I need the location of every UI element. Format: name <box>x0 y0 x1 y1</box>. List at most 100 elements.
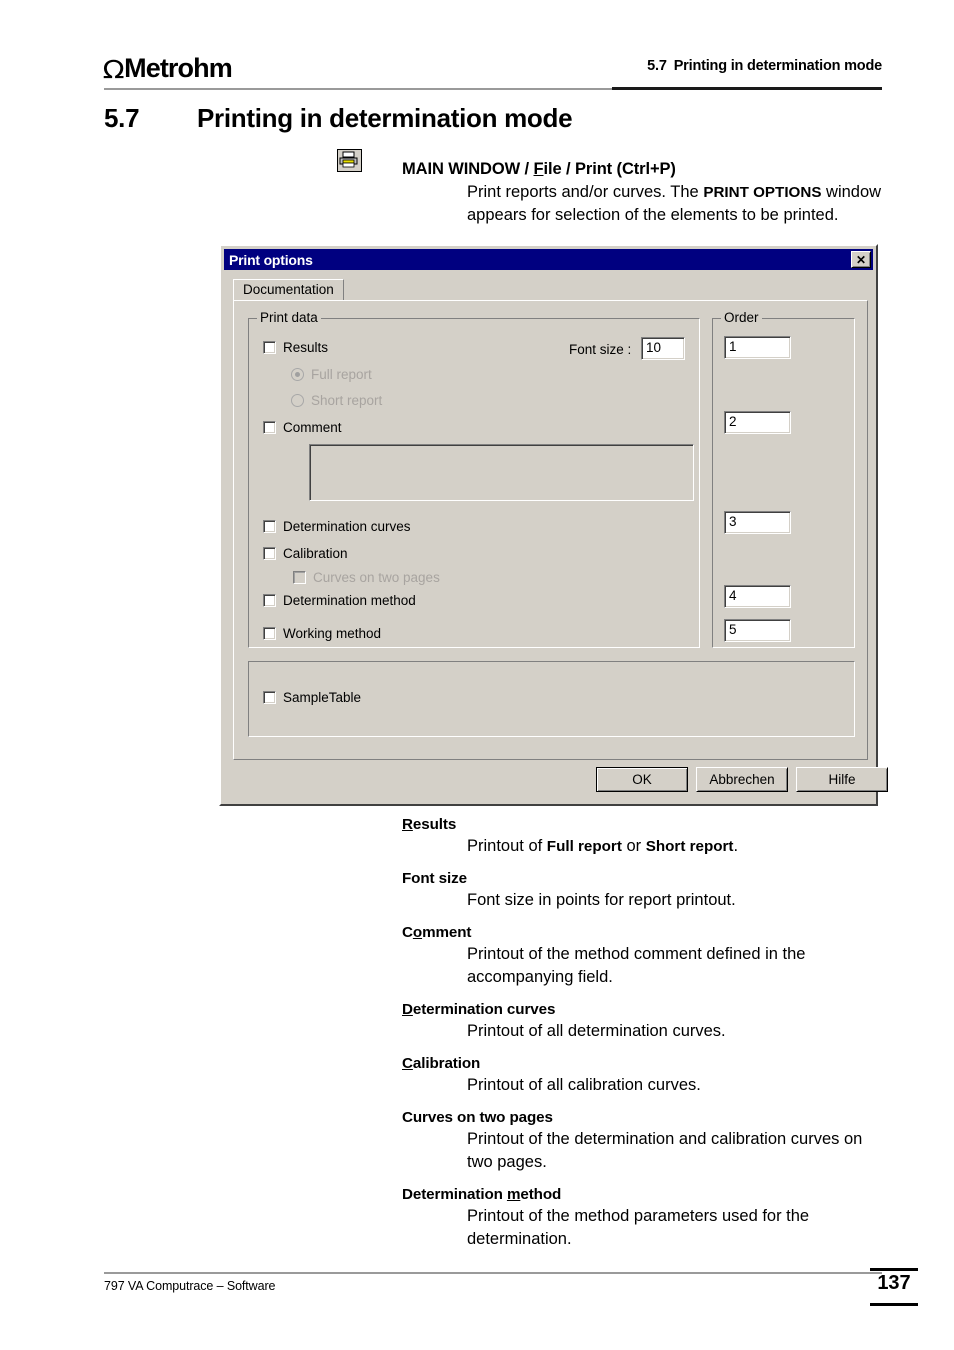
section-heading: Printing in determination mode <box>197 103 573 133</box>
definition-description: Printout of the determination and calibr… <box>467 1130 863 1171</box>
order-input-4[interactable]: 4 <box>724 585 791 608</box>
logo-wordmark: Metrohm <box>124 53 233 83</box>
order-input-5[interactable]: 5 <box>724 619 791 642</box>
definition-determination-curves: Determination curves Printout of all det… <box>402 999 892 1043</box>
comment-textarea[interactable] <box>309 444 694 501</box>
checkbox-label: Calibration <box>283 546 348 561</box>
page-title: 5.7 Printing in determination mode <box>104 103 573 134</box>
running-head-title: Printing in determination mode <box>673 58 882 74</box>
checkbox-label: SampleTable <box>283 690 362 705</box>
printer-icon <box>337 149 362 172</box>
checkbox-icon[interactable] <box>263 627 276 640</box>
desc-part2: or <box>621 837 646 855</box>
footer-page-rule-bottom <box>870 1303 918 1306</box>
print-options-dialog: Print options ✕ Documentation Print data… <box>219 244 888 806</box>
checkbox-comment[interactable]: Comment <box>263 420 342 435</box>
radio-full-report[interactable]: Full report <box>291 367 372 382</box>
definition-term: Determination curves <box>402 999 892 1020</box>
definition-term-accesskey: R <box>402 816 413 833</box>
print-data-group: Print data Results Font size : 10 Full r… <box>248 311 700 648</box>
definition-curves-on-two-pages: Curves on two pages Printout of the dete… <box>402 1107 892 1174</box>
definition-term: Font size <box>402 868 892 889</box>
definition-description: Printout of all determination curves. <box>467 1022 726 1040</box>
order-input-1[interactable]: 1 <box>724 336 791 359</box>
dialog-tabstrip: Documentation <box>233 279 864 301</box>
printer-glyph <box>339 151 358 168</box>
cancel-button[interactable]: Abbrechen <box>696 767 788 792</box>
radio-short-report[interactable]: Short report <box>291 393 382 408</box>
tab-page-documentation: Print data Results Font size : 10 Full r… <box>233 300 868 760</box>
definition-term-rest: esults <box>412 816 457 833</box>
checkbox-icon[interactable] <box>263 341 276 354</box>
footer-rule <box>104 1272 882 1274</box>
definition-description: Printout of the method parameters used f… <box>467 1207 810 1248</box>
checkbox-determination-curves[interactable]: Determination curves <box>263 519 411 534</box>
intro-body-part1: Print reports and/or curves. The <box>467 182 704 201</box>
header-rule-accent <box>612 87 882 90</box>
running-head: 5.7 Printing in determination mode <box>647 58 882 74</box>
help-button[interactable]: Hilfe <box>796 767 888 792</box>
intro-lead-rest: ile / Print (Ctrl+P) <box>543 160 676 178</box>
checkbox-icon[interactable] <box>263 691 276 704</box>
definition-list: Results Printout of Full report or Short… <box>402 814 892 1261</box>
definition-font-size: Font size Font size in points for report… <box>402 868 892 912</box>
radio-icon[interactable] <box>291 368 304 381</box>
checkbox-working-method[interactable]: Working method <box>263 626 381 641</box>
section-number: 5.7 <box>104 103 140 133</box>
footer-text: 797 VA Computrace – Software <box>104 1279 276 1293</box>
checkbox-icon[interactable] <box>263 547 276 560</box>
definition-description: Printout of all calibration curves. <box>467 1076 701 1094</box>
intro-lead-accesskey: F <box>533 160 544 178</box>
checkbox-sampletable[interactable]: SampleTable <box>263 690 361 705</box>
definition-description: Printout of Full report or Short report. <box>467 835 892 858</box>
definition-results: Results Printout of Full report or Short… <box>402 814 892 858</box>
radio-label: Short report <box>311 393 383 408</box>
definition-term-rest: etermination curves <box>412 1001 556 1018</box>
definition-term-rest: mment <box>422 924 472 941</box>
radio-icon[interactable] <box>291 394 304 407</box>
checkbox-calibration[interactable]: Calibration <box>263 546 348 561</box>
checkbox-icon[interactable] <box>263 594 276 607</box>
definition-term-pre: C <box>402 924 413 941</box>
definition-calibration: Calibration Printout of all calibration … <box>402 1053 892 1097</box>
intro-body-strong: PRINT OPTIONS <box>703 183 822 201</box>
order-input-3[interactable]: 3 <box>724 511 791 534</box>
definition-description: Font size in points for report printout. <box>467 891 736 909</box>
checkbox-curves-on-two-pages[interactable]: Curves on two pages <box>293 570 440 585</box>
checkbox-determination-method[interactable]: Determination method <box>263 593 416 608</box>
order-input-2[interactable]: 2 <box>724 411 791 434</box>
ok-button[interactable]: OK <box>596 767 688 792</box>
intro-lead: MAIN WINDOW / File / Print (Ctrl+P) <box>402 158 882 181</box>
definition-term: Comment <box>402 922 892 943</box>
definition-term: Results <box>402 814 892 835</box>
checkbox-results[interactable]: Results <box>263 340 328 355</box>
definition-term-accesskey: m <box>506 1186 521 1203</box>
dialog-title: Print options <box>229 251 313 268</box>
definition-term: Calibration <box>402 1053 892 1074</box>
definition-term-accesskey: o <box>412 924 423 941</box>
checkbox-icon[interactable] <box>293 571 306 584</box>
definition-term-rest: alibration <box>412 1055 481 1072</box>
definition-term: Determination method <box>402 1184 892 1205</box>
intro-lead-prefix: MAIN WINDOW / <box>402 160 534 178</box>
checkbox-label: Comment <box>283 420 342 435</box>
font-size-input[interactable]: 10 <box>641 337 685 360</box>
sample-table-panel: SampleTable <box>248 661 855 737</box>
definition-description: Printout of the method comment defined i… <box>467 945 806 986</box>
definition-term-rest: ethod <box>520 1186 562 1203</box>
definition-term-rest: Font size <box>402 870 467 887</box>
checkbox-icon[interactable] <box>263 421 276 434</box>
definition-term-accesskey: C <box>402 1055 413 1072</box>
dialog-titlebar[interactable]: Print options ✕ <box>224 249 873 270</box>
omega-icon: Ω <box>102 55 125 84</box>
order-group: Order 1 2 3 4 5 <box>712 311 855 648</box>
desc-part1: Printout of <box>467 837 547 855</box>
tab-documentation[interactable]: Documentation <box>233 279 344 301</box>
footer-page-rule-top <box>870 1268 918 1271</box>
desc-strong2: Short report <box>645 838 734 855</box>
checkbox-icon[interactable] <box>263 520 276 533</box>
font-size-label: Font size : <box>569 342 632 357</box>
close-icon[interactable]: ✕ <box>851 251 871 268</box>
dialog-button-row: OK Abbrechen Hilfe <box>233 767 888 795</box>
intro-body: Print reports and/or curves. The PRINT O… <box>467 181 882 227</box>
